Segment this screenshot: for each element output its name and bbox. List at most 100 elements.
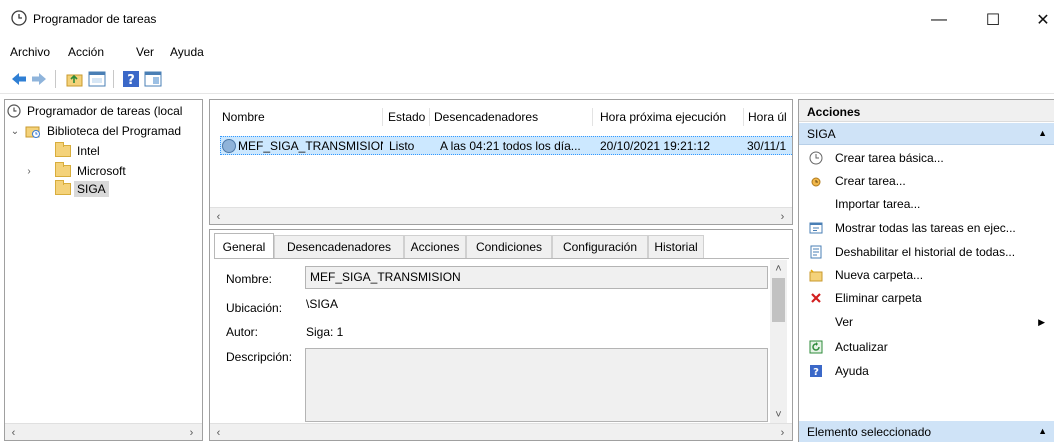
scrollbar-thumb[interactable] <box>772 278 785 322</box>
action-nueva-carpeta[interactable]: Nueva carpeta... <box>799 264 1054 286</box>
scroll-right-icon[interactable]: › <box>183 424 200 440</box>
tree-item-intel[interactable]: Intel <box>55 142 103 160</box>
task-scheduler-clock-icon <box>11 10 27 26</box>
forward-arrow-icon[interactable] <box>30 70 48 88</box>
toolbar-separator <box>113 70 114 88</box>
collapse-up-icon[interactable]: ▲ <box>1038 426 1047 436</box>
minimize-button[interactable]: — <box>916 0 962 40</box>
console-icon[interactable] <box>144 70 162 88</box>
menu-ayuda[interactable]: Ayuda <box>170 45 204 59</box>
column-separator[interactable] <box>382 108 383 126</box>
menu-accion[interactable]: Acción <box>68 45 104 59</box>
maximize-button[interactable]: ☐ <box>970 0 1016 40</box>
scroll-down-icon[interactable]: ˅ <box>770 406 787 423</box>
action-crear-tarea-basica[interactable]: Crear tarea básica... <box>799 147 1054 169</box>
action-actualizar[interactable]: Actualizar <box>799 336 1054 358</box>
folder-icon <box>55 142 71 157</box>
tree-folder-label: Microsoft <box>77 164 126 178</box>
group-label: SIGA <box>807 127 836 141</box>
close-button[interactable]: ✕ <box>1020 0 1054 40</box>
toolbar: ? <box>0 64 1054 94</box>
actions-group-selected-item[interactable]: Elemento seleccionado ▲ <box>799 421 1054 442</box>
scroll-left-icon[interactable]: ‹ <box>210 424 227 440</box>
task-clock-icon <box>222 139 236 153</box>
actions-pane: Acciones SIGA ▲ Crear tarea básica... Cr… <box>798 99 1054 442</box>
menu-archivo[interactable]: Archivo <box>10 45 50 59</box>
menu-bar: Archivo Acción Ver Ayuda <box>0 40 1054 64</box>
menu-ver[interactable]: Ver <box>136 45 154 59</box>
action-ayuda[interactable]: ? Ayuda <box>799 360 1054 382</box>
column-header-hora-proxima[interactable]: Hora próxima ejecución <box>600 110 726 124</box>
tree-item-library[interactable]: ⌄ Biblioteca del Programad <box>9 122 184 140</box>
actions-header: Acciones <box>799 100 1054 122</box>
action-mostrar-tareas-ejecucion[interactable]: Mostrar todas las tareas en ejec... <box>799 217 1054 239</box>
action-ver[interactable]: Ver ▶ <box>799 311 1054 333</box>
task-last-run-cell: 30/11/1 <box>747 139 787 153</box>
name-label: Nombre: <box>226 272 273 286</box>
column-separator[interactable] <box>592 108 593 126</box>
folder-icon <box>55 162 71 177</box>
column-header-hora-ultima[interactable]: Hora úl <box>748 110 787 124</box>
tree-item-root[interactable]: Programador de tareas (local <box>7 102 185 120</box>
location-label: Ubicación: <box>226 301 283 315</box>
column-header-desencadenadores[interactable]: Desencadenadores <box>434 110 538 124</box>
new-folder-icon <box>809 269 823 282</box>
create-task-icon <box>811 177 821 187</box>
chevron-down-icon[interactable]: ⌄ <box>9 126 21 137</box>
folder-icon <box>55 180 71 195</box>
scroll-right-icon[interactable]: › <box>774 208 791 224</box>
scroll-left-icon[interactable]: ‹ <box>5 424 22 440</box>
description-field[interactable] <box>305 348 768 422</box>
tab-acciones[interactable]: Acciones <box>404 235 466 258</box>
navigation-tree: Programador de tareas (local ⌄ Bibliotec… <box>4 99 203 441</box>
tree-horizontal-scrollbar[interactable]: ‹ › <box>5 423 202 440</box>
window-title: Programador de tareas <box>33 12 157 26</box>
task-list-horizontal-scrollbar[interactable]: ‹ › <box>210 207 792 224</box>
scroll-right-icon[interactable]: › <box>774 424 791 440</box>
submenu-arrow-icon: ▶ <box>1038 316 1045 327</box>
clock-icon <box>7 104 21 118</box>
action-importar-tarea[interactable]: Importar tarea... <box>799 193 1054 215</box>
task-name-cell: MEF_SIGA_TRANSMISION <box>238 139 383 153</box>
column-separator[interactable] <box>743 108 744 126</box>
task-list: Nombre Estado Desencadenadores Hora próx… <box>209 99 793 225</box>
actions-group-siga[interactable]: SIGA ▲ <box>799 123 1054 145</box>
chevron-right-icon[interactable]: › <box>23 166 35 177</box>
location-value: \SIGA <box>306 297 339 311</box>
svg-text:?: ? <box>127 73 135 88</box>
column-header-estado[interactable]: Estado <box>388 110 425 124</box>
detail-horizontal-scrollbar[interactable]: ‹ › <box>210 423 792 440</box>
tab-historial[interactable]: Historial <box>648 235 704 258</box>
action-deshabilitar-historial[interactable]: Deshabilitar el historial de todas... <box>799 241 1054 263</box>
properties-icon[interactable] <box>88 70 106 88</box>
tree-library-label: Biblioteca del Programad <box>47 124 182 138</box>
table-row[interactable]: MEF_SIGA_TRANSMISION Listo A las 04:21 t… <box>220 136 792 155</box>
column-header-nombre[interactable]: Nombre <box>222 110 265 124</box>
detail-vertical-scrollbar[interactable]: ˄ ˅ <box>770 260 787 424</box>
tree-item-siga[interactable]: SIGA <box>55 180 109 198</box>
running-tasks-icon <box>809 222 823 234</box>
tab-desencadenadores[interactable]: Desencadenadores <box>274 235 404 258</box>
task-triggers-cell: A las 04:21 todos los día... <box>440 139 581 153</box>
toolbar-separator <box>55 70 56 88</box>
help-icon[interactable]: ? <box>122 70 140 88</box>
back-arrow-icon[interactable] <box>10 70 28 88</box>
task-next-run-cell: 20/10/2021 19:21:12 <box>600 139 711 153</box>
action-eliminar-carpeta[interactable]: Eliminar carpeta <box>799 287 1054 309</box>
author-value: Siga: 1 <box>306 325 344 339</box>
scroll-left-icon[interactable]: ‹ <box>210 208 227 224</box>
tab-general[interactable]: General <box>214 233 274 259</box>
tab-condiciones[interactable]: Condiciones <box>466 235 552 258</box>
task-detail-pane: General Desencadenadores Acciones Condic… <box>209 229 793 441</box>
tab-configuracion[interactable]: Configuración <box>552 235 648 258</box>
tree-item-microsoft[interactable]: › Microsoft <box>23 162 129 180</box>
description-label: Descripción: <box>226 350 293 364</box>
scroll-up-icon[interactable]: ˄ <box>770 260 787 277</box>
name-field[interactable]: MEF_SIGA_TRANSMISION <box>305 266 768 289</box>
collapse-up-icon[interactable]: ▲ <box>1038 128 1047 138</box>
task-status-cell: Listo <box>389 139 415 153</box>
library-folder-icon <box>25 126 40 138</box>
folder-up-icon[interactable] <box>66 70 84 88</box>
column-separator[interactable] <box>429 108 430 126</box>
action-crear-tarea[interactable]: Crear tarea... <box>799 170 1054 192</box>
